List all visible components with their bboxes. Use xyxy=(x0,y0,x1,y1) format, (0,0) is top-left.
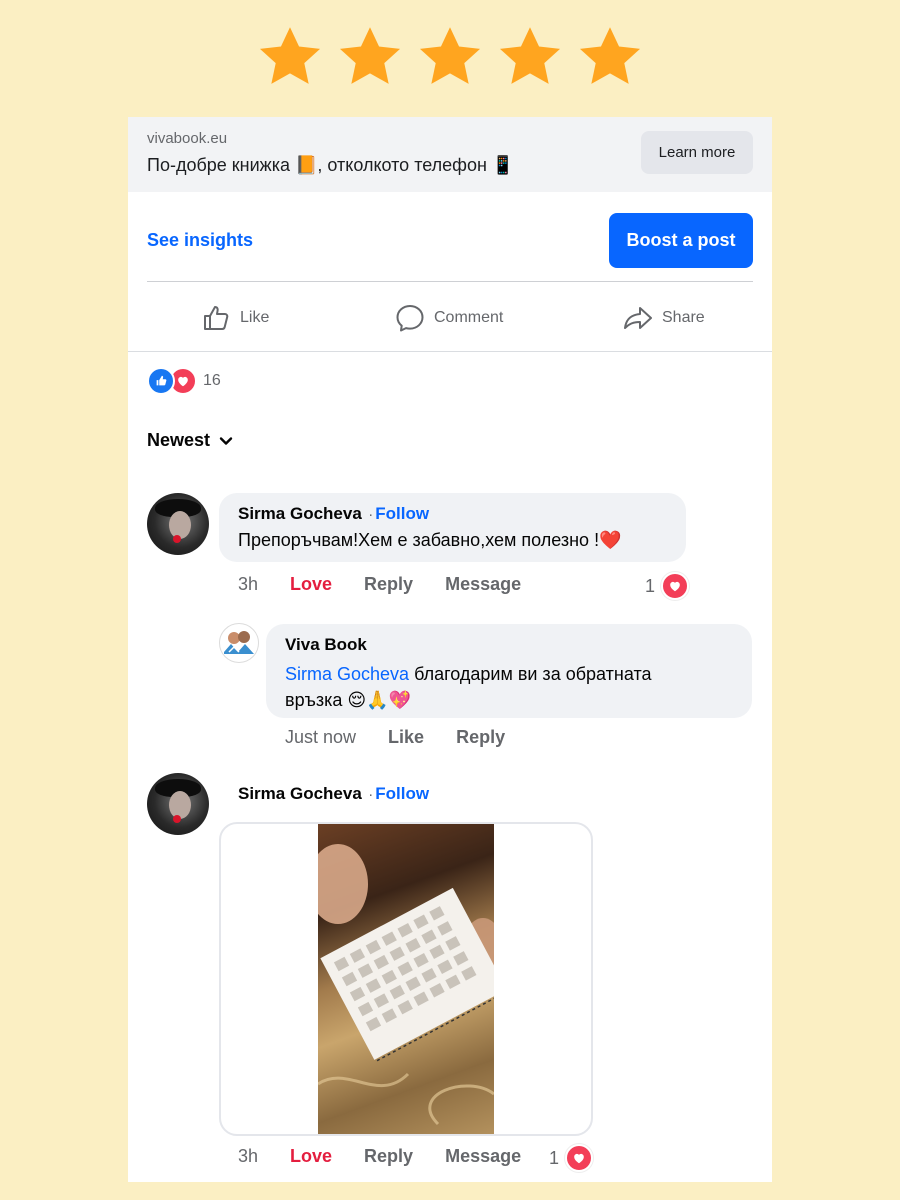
notebook-photo xyxy=(318,844,494,1126)
see-insights-link[interactable]: See insights xyxy=(147,230,253,251)
reply-bubble: Viva Book Sirma Gocheva благодарим ви за… xyxy=(266,624,752,718)
comment-bubble: Sirma Gocheva · Follow Препоръчвам!Хем е … xyxy=(219,493,686,562)
heart-icon xyxy=(661,572,690,600)
boost-post-button[interactable]: Boost a post xyxy=(609,213,753,268)
comment-reactions[interactable]: 1 xyxy=(549,1144,594,1172)
like-reaction-icon xyxy=(147,367,175,395)
message-button[interactable]: Message xyxy=(445,574,521,595)
avatar[interactable] xyxy=(219,623,259,663)
reply-button[interactable]: Reply xyxy=(364,1146,413,1167)
link-headline: По-добре книжка 📙, отколкото телефон 📱 xyxy=(147,155,515,175)
reaction-count: 16 xyxy=(203,372,221,389)
star-icon xyxy=(499,27,561,84)
reply-time: Just now xyxy=(285,727,357,747)
comment-header: Sirma Gocheva · Follow xyxy=(238,784,430,803)
mention-link[interactable]: Sirma Gocheva xyxy=(285,664,409,684)
viva-book-logo-icon xyxy=(224,631,254,654)
reply-author[interactable]: Viva Book xyxy=(285,635,367,655)
star-icon xyxy=(419,27,481,84)
love-button[interactable]: Love xyxy=(290,574,332,595)
comment-reactions[interactable]: 1 xyxy=(645,572,690,600)
comment-meta: 3h Love Reply Message xyxy=(238,574,521,595)
comment-icon xyxy=(396,305,424,332)
divider xyxy=(128,351,772,352)
reply-text: Sirma Gocheva благодарим ви за обратната… xyxy=(285,661,705,713)
comment-reaction-count: 1 xyxy=(645,575,656,596)
reactions-summary[interactable]: 16 xyxy=(147,367,221,395)
follow-button[interactable]: Follow xyxy=(375,784,429,803)
thumbs-up-icon xyxy=(204,306,229,330)
video-thumbnail[interactable] xyxy=(318,824,494,1134)
avatar[interactable] xyxy=(147,773,209,835)
comment-time: 3h xyxy=(238,574,259,594)
post-card: vivabook.eu По-добре книжка 📙, отколкото… xyxy=(128,117,772,1182)
comment-reaction-count: 1 xyxy=(549,1147,560,1168)
chevron-down-icon xyxy=(219,436,233,445)
comment-author[interactable]: Sirma Gocheva xyxy=(238,504,362,523)
like-label: Like xyxy=(240,309,270,326)
star-icon xyxy=(339,27,401,84)
star-rating xyxy=(0,22,900,92)
reply-button[interactable]: Reply xyxy=(456,727,505,748)
learn-more-button[interactable]: Learn more xyxy=(641,131,753,174)
like-action[interactable]: Like xyxy=(200,293,269,343)
divider xyxy=(147,281,753,282)
post-action-bar: Like Comment Share xyxy=(128,293,772,343)
link-preview[interactable]: vivabook.eu По-добре книжка 📙, отколкото… xyxy=(128,117,772,192)
message-button[interactable]: Message xyxy=(445,1146,521,1167)
follow-button[interactable]: Follow xyxy=(375,504,429,523)
love-button[interactable]: Love xyxy=(290,1146,332,1167)
sort-label: Newest xyxy=(147,430,211,450)
comment-sort-dropdown[interactable]: Newest xyxy=(147,430,234,451)
heart-icon xyxy=(565,1144,594,1172)
comment-action[interactable]: Comment xyxy=(394,293,503,343)
comment-media[interactable] xyxy=(219,822,593,1136)
comment-text: Препоръчвам!Хем е забавно,хем полезно !❤… xyxy=(238,530,622,550)
comment-time: 3h xyxy=(238,1146,259,1166)
comment-label: Comment xyxy=(434,309,504,326)
comment-author[interactable]: Sirma Gocheva xyxy=(238,784,362,803)
share-icon xyxy=(624,307,652,329)
link-domain: vivabook.eu xyxy=(147,130,228,147)
comment-meta: 3h Love Reply Message xyxy=(238,1146,521,1167)
share-action[interactable]: Share xyxy=(622,293,705,343)
avatar[interactable] xyxy=(147,493,209,555)
star-icon xyxy=(259,27,321,84)
share-label: Share xyxy=(662,309,705,326)
like-button[interactable]: Like xyxy=(388,727,424,748)
star-icon xyxy=(579,27,641,84)
reply-meta: Just now Like Reply xyxy=(285,727,505,748)
reply-button[interactable]: Reply xyxy=(364,574,413,595)
